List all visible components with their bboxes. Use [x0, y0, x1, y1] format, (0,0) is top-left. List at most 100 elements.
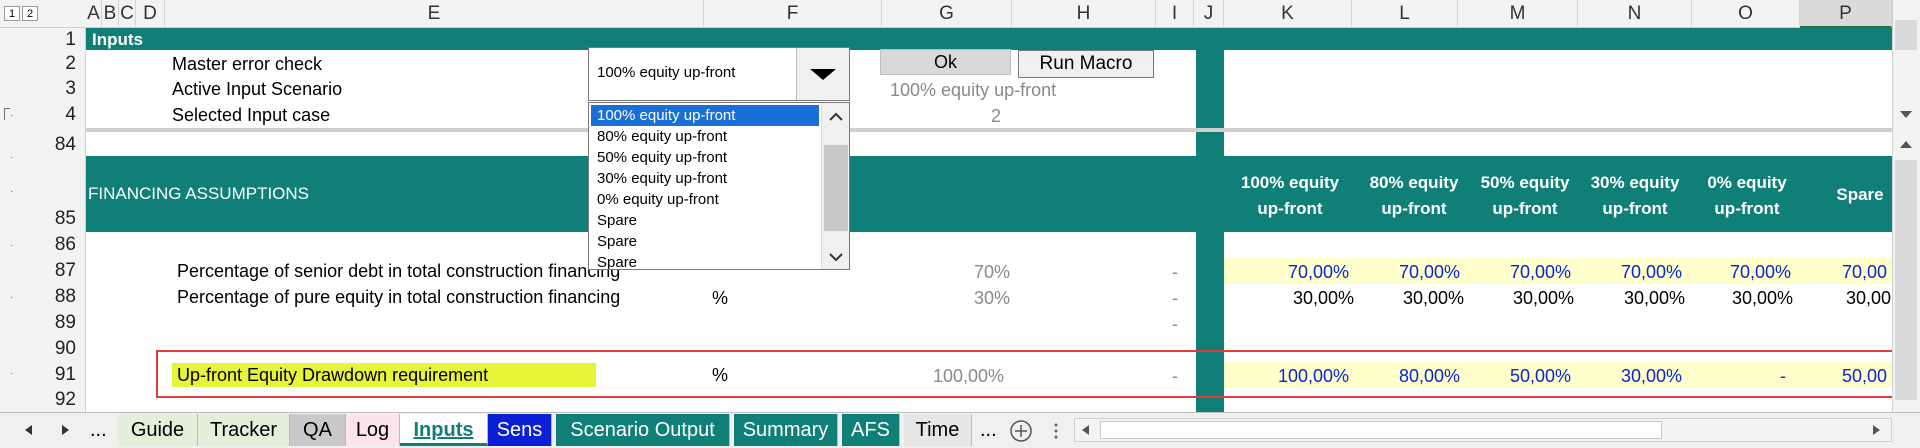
senior-debt-100[interactable]: 70,00%: [1288, 260, 1349, 284]
column-header-f[interactable]: F: [704, 0, 882, 28]
column-header-p[interactable]: P: [1800, 0, 1892, 28]
column-header-o[interactable]: O: [1692, 0, 1800, 28]
dropdown-option[interactable]: 80% equity up-front: [591, 126, 819, 147]
tab-time[interactable]: Time: [904, 414, 972, 446]
senior-debt-80[interactable]: 70,00%: [1399, 260, 1460, 284]
row-header-85[interactable]: 85: [0, 207, 86, 231]
master-error-label: Master error check: [172, 54, 323, 74]
column-header-k[interactable]: K: [1224, 0, 1352, 28]
vertical-scroll-thumb-top[interactable]: [1895, 20, 1917, 50]
dropdown-scrollbar[interactable]: [821, 103, 850, 270]
row-header-84[interactable]: 84: [0, 133, 86, 157]
dropdown-option[interactable]: 100% equity up-front: [591, 105, 819, 126]
combo-dropdown-button[interactable]: [796, 48, 849, 100]
column-header-j[interactable]: J: [1194, 0, 1224, 28]
scroll-up-icon[interactable]: [822, 103, 850, 131]
column-header-a[interactable]: A: [86, 0, 102, 28]
scroll-up-icon[interactable]: [1892, 132, 1920, 156]
senior-debt-label: Percentage of senior debt in total const…: [177, 261, 621, 281]
column-header-l[interactable]: L: [1352, 0, 1458, 28]
outline-level-2-button[interactable]: 2: [22, 6, 38, 21]
active-scenario-label: Active Input Scenario: [172, 79, 343, 99]
tab-tracker[interactable]: Tracker: [198, 414, 290, 446]
dropdown-option[interactable]: Spare: [591, 252, 819, 269]
pure-equity-check: -: [1172, 288, 1178, 308]
freeze-pane-divider: [86, 128, 1892, 132]
add-sheet-icon[interactable]: [1008, 418, 1034, 444]
column-header-g[interactable]: G: [882, 0, 1012, 28]
row-header-87[interactable]: 87: [0, 259, 86, 283]
vertical-scroll-thumb-bottom[interactable]: [1895, 160, 1917, 400]
outline-dot: ·: [10, 186, 14, 197]
scenario-combo-value: 100% equity up-front: [597, 64, 736, 81]
tab-afs[interactable]: AFS: [842, 414, 900, 446]
row-header-91[interactable]: 91: [0, 363, 86, 387]
row-header-1[interactable]: 1: [0, 30, 86, 50]
chevron-down-icon: [810, 69, 836, 80]
selected-case-value: 2: [991, 106, 1002, 126]
row-header-89[interactable]: 89: [0, 311, 86, 335]
senior-debt-check: -: [1172, 262, 1178, 282]
pure-equity-spare: 30,00: [1846, 288, 1892, 308]
column-header-n[interactable]: N: [1578, 0, 1692, 28]
scenario-dropdown-list[interactable]: 100% equity up-front 80% equity up-front…: [588, 102, 850, 270]
dropdown-option[interactable]: 0% equity up-front: [591, 189, 819, 210]
column-header-e[interactable]: E: [165, 0, 704, 28]
row-header-90[interactable]: 90: [0, 337, 86, 361]
pure-equity-80: 30,00%: [1402, 288, 1464, 308]
row-header-4[interactable]: 4: [0, 103, 86, 127]
row-header-88[interactable]: 88: [0, 285, 86, 309]
senior-debt-spare[interactable]: 70,00: [1842, 260, 1887, 284]
tab-sens[interactable]: Sens: [488, 414, 552, 446]
senior-debt-active-value: 70%: [974, 262, 1011, 282]
column-header-d[interactable]: D: [136, 0, 165, 28]
scroll-left-icon[interactable]: [1078, 422, 1094, 438]
ok-status-cell: Ok: [880, 49, 1011, 75]
active-scenario-value: 100% equity up-front: [890, 80, 1057, 100]
pure-equity-active-value: 30%: [974, 288, 1011, 308]
tabs-more-left[interactable]: ...: [90, 414, 107, 446]
column-header-c[interactable]: C: [119, 0, 136, 28]
tab-inputs[interactable]: Inputs: [400, 414, 488, 446]
scenario-header-100: 100% equity up-front: [1240, 173, 1340, 218]
scenario-header-50: 50% equity up-front: [1480, 173, 1570, 218]
scroll-down-icon[interactable]: [1892, 102, 1920, 126]
row-header-86[interactable]: 86: [0, 233, 86, 257]
scenario-header-0: 0% equity up-front: [1707, 173, 1787, 218]
horizontal-scroll-thumb[interactable]: [1100, 421, 1662, 439]
dropdown-option[interactable]: Spare: [591, 210, 819, 231]
outline-level-1-button[interactable]: 1: [4, 6, 20, 21]
tab-log[interactable]: Log: [346, 414, 400, 446]
column-header-h[interactable]: H: [1012, 0, 1156, 28]
scroll-down-icon[interactable]: [822, 243, 850, 270]
senior-debt-0[interactable]: 70,00%: [1730, 260, 1791, 284]
senior-debt-50[interactable]: 70,00%: [1510, 260, 1571, 284]
tabs-more-right[interactable]: ...: [980, 414, 997, 446]
tab-summary[interactable]: Summary: [734, 414, 838, 446]
pure-equity-unit: %: [712, 288, 729, 308]
column-header-i[interactable]: I: [1156, 0, 1194, 28]
scenario-header-80: 80% equity up-front: [1369, 173, 1459, 218]
senior-debt-30[interactable]: 70,00%: [1621, 260, 1682, 284]
spreadsheet: 1 2 A B C D E F G H I J K L M N O P · · …: [0, 0, 1920, 448]
column-header-b[interactable]: B: [102, 0, 119, 28]
tab-scroll-left-icon[interactable]: [22, 422, 36, 438]
column-header-m[interactable]: M: [1458, 0, 1578, 28]
inputs-header-band: [86, 28, 1892, 50]
pure-equity-label: Percentage of pure equity in total const…: [177, 287, 621, 307]
dropdown-option[interactable]: Spare: [591, 231, 819, 252]
tab-qa[interactable]: QA: [290, 414, 346, 446]
dropdown-option[interactable]: 50% equity up-front: [591, 147, 819, 168]
tab-scenario-output[interactable]: Scenario Output: [556, 414, 730, 446]
row-header-3[interactable]: 3: [0, 77, 86, 101]
dropdown-scroll-thumb[interactable]: [824, 145, 848, 231]
row-header-2[interactable]: 2: [0, 52, 86, 76]
run-macro-button[interactable]: Run Macro: [1018, 50, 1154, 78]
row-header-92[interactable]: 92: [0, 389, 86, 411]
splitter-grip-icon[interactable]: [1052, 420, 1060, 442]
scroll-right-icon[interactable]: [1868, 422, 1884, 438]
tab-guide[interactable]: Guide: [118, 414, 198, 446]
tab-scroll-right-icon[interactable]: [58, 422, 72, 438]
dropdown-option[interactable]: 30% equity up-front: [591, 168, 819, 189]
scenario-header-30: 30% equity up-front: [1590, 173, 1680, 218]
